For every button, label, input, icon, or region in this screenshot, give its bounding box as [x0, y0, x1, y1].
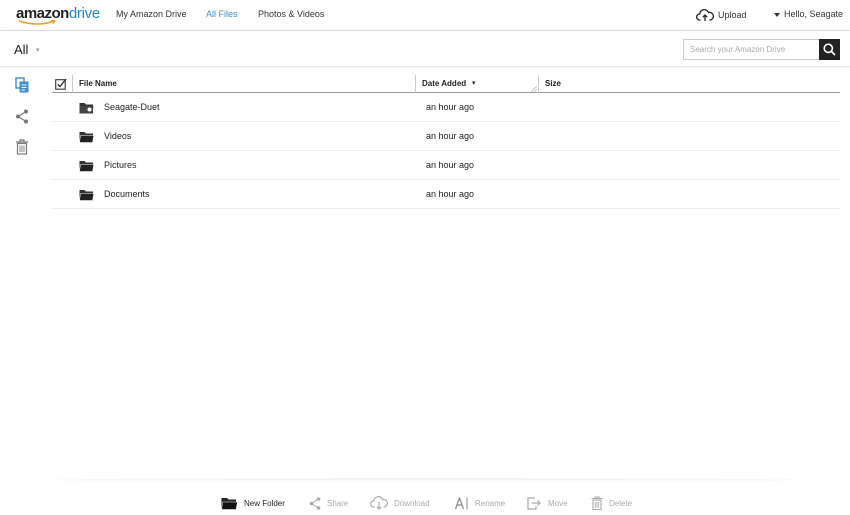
file-date: an hour ago — [426, 102, 475, 112]
download-button[interactable]: Download — [370, 496, 430, 510]
magnifier-icon — [823, 43, 836, 56]
table-row[interactable]: Videos an hour ago — [52, 122, 840, 151]
account-menu[interactable]: Hello, Seagate — [774, 9, 843, 19]
share-icon — [309, 496, 321, 510]
new-folder-icon — [221, 497, 238, 510]
column-divider — [415, 75, 416, 93]
download-label: Download — [394, 498, 430, 508]
file-date: an hour ago — [426, 131, 475, 141]
top-navigation: amazondrive My Amazon Drive All Files Ph… — [0, 0, 850, 31]
sort-desc-icon[interactable]: ▾ — [472, 79, 476, 87]
table-row[interactable]: Seagate-Duet an hour ago — [52, 93, 840, 122]
move-label: Move — [548, 498, 568, 508]
select-all-checkbox-icon[interactable] — [55, 78, 67, 90]
upload-label: Upload — [718, 10, 747, 20]
sub-header: All ▾ — [0, 31, 850, 67]
trash-icon — [591, 496, 603, 510]
move-icon — [527, 496, 541, 510]
breadcrumb-caret-icon[interactable]: ▾ — [36, 46, 40, 54]
share-icon — [16, 109, 28, 123]
amazon-drive-logo[interactable]: amazondrive — [16, 5, 100, 25]
folder-icon — [79, 161, 94, 172]
rename-label: Rename — [475, 498, 506, 508]
move-button[interactable]: Move — [527, 496, 568, 510]
rename-button[interactable]: Rename — [455, 496, 505, 510]
nav-all-files[interactable]: All Files — [206, 9, 238, 19]
nav-my-amazon-drive[interactable]: My Amazon Drive — [116, 9, 187, 19]
table-row[interactable]: Documents an hour ago — [52, 180, 840, 209]
column-divider — [72, 75, 73, 93]
column-size[interactable]: Size — [545, 79, 561, 88]
rename-icon — [455, 496, 468, 509]
smile-arrow-icon — [18, 20, 56, 25]
resize-grip-icon[interactable] — [531, 86, 537, 92]
new-folder-button[interactable]: New Folder — [221, 496, 285, 510]
file-date: an hour ago — [426, 189, 475, 199]
sidebar-share-button[interactable] — [14, 108, 30, 124]
caret-down-icon — [774, 12, 780, 17]
table-header: File Name Date Added ▾ Size — [52, 75, 840, 93]
shared-folder-icon — [79, 103, 94, 114]
delete-label: Delete — [609, 498, 633, 508]
sidebar-trash-button[interactable] — [14, 139, 30, 155]
search-button[interactable] — [819, 39, 840, 60]
logo-drive-text: drive — [68, 5, 100, 22]
breadcrumb-current[interactable]: All — [14, 42, 28, 57]
file-date: an hour ago — [426, 160, 475, 170]
greeting-text: Hello, Seagate — [784, 9, 844, 19]
new-folder-label: New Folder — [244, 498, 285, 508]
delete-button[interactable]: Delete — [591, 496, 632, 510]
files-icon — [14, 77, 28, 93]
share-button[interactable]: Share — [309, 496, 348, 510]
share-label: Share — [327, 498, 349, 508]
file-name: Documents — [104, 189, 150, 199]
nav-photos-videos[interactable]: Photos & Videos — [258, 9, 324, 19]
folder-icon — [79, 190, 94, 201]
trash-icon — [16, 139, 28, 155]
upload-button[interactable]: Upload — [696, 7, 747, 23]
search-input[interactable] — [683, 39, 820, 60]
cloud-download-icon — [370, 496, 388, 510]
sidebar-files-button[interactable] — [14, 77, 30, 93]
column-date-added[interactable]: Date Added — [422, 79, 466, 88]
folder-icon — [79, 132, 94, 143]
column-file-name[interactable]: File Name — [79, 79, 117, 88]
column-divider — [538, 75, 539, 93]
file-name: Videos — [104, 131, 132, 141]
cloud-upload-icon — [696, 9, 714, 21]
file-name: Seagate-Duet — [104, 102, 160, 112]
toolbar-shadow — [50, 478, 800, 482]
table-row[interactable]: Pictures an hour ago — [52, 151, 840, 180]
file-name: Pictures — [104, 160, 137, 170]
file-table: File Name Date Added ▾ Size Seagate-Duet… — [52, 75, 840, 209]
